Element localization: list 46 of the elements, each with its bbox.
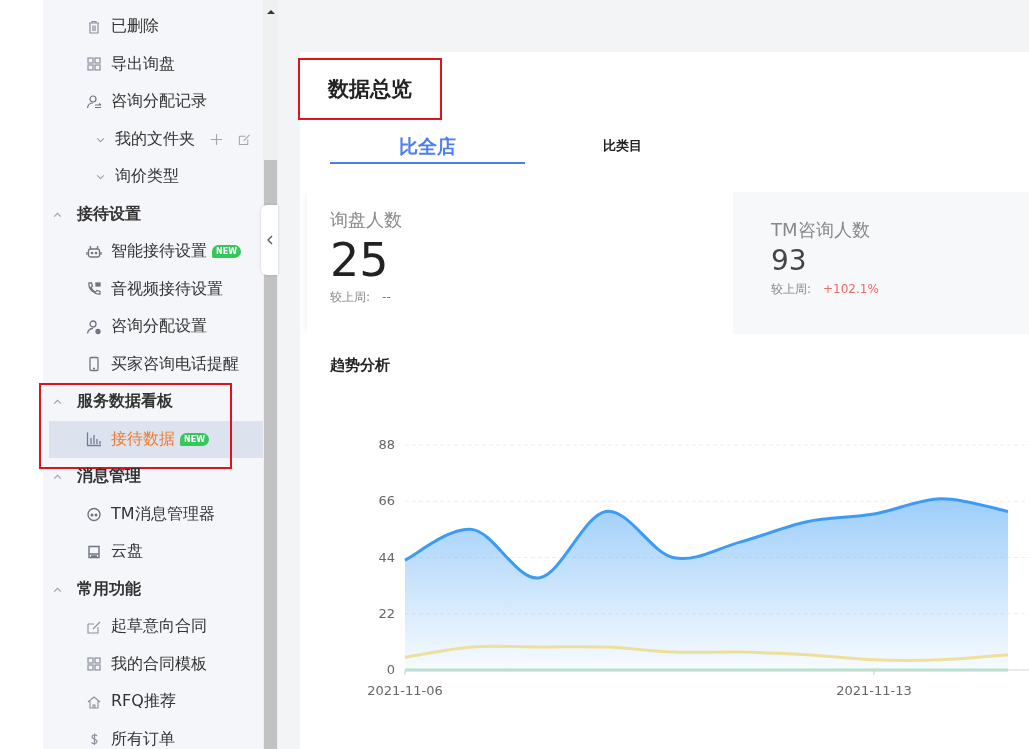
- edit-icon[interactable]: [238, 132, 251, 146]
- page-title: 数据总览: [328, 76, 412, 103]
- y-tick-label: 44: [378, 549, 395, 565]
- sidebar-item[interactable]: 我的合同模板: [43, 645, 263, 683]
- section-header[interactable]: 服务数据看板: [77, 391, 173, 413]
- sidebar-item[interactable]: 起草意向合同: [43, 608, 263, 646]
- sidebar-item[interactable]: 所有订单: [43, 720, 263, 749]
- stat-label: 询盘人数: [330, 208, 403, 232]
- y-tick-label: 22: [378, 605, 395, 621]
- sidebar-item[interactable]: 智能接待设置 NEW: [43, 233, 263, 271]
- folder-item[interactable]: 询价类型: [115, 166, 179, 188]
- x-tick-label: 2021-11-06: [367, 683, 443, 698]
- sidebar-item[interactable]: 云盘: [43, 533, 263, 571]
- sidebar-item[interactable]: 咨询分配设置: [43, 308, 263, 346]
- sidebar-item[interactable]: 导出询盘: [43, 45, 263, 83]
- section-header[interactable]: 接待设置: [77, 203, 141, 225]
- section-header[interactable]: 消息管理: [77, 466, 141, 488]
- compare-label: 较上周:: [771, 281, 812, 298]
- section-title: 趋势分析: [330, 356, 391, 375]
- stat-value: 25: [330, 232, 390, 288]
- stat-value: 93: [771, 243, 808, 279]
- stat-card[interactable]: TM咨询人数 93 较上周: +102.1%: [733, 192, 1029, 334]
- sidebar-item[interactable]: TM消息管理器: [43, 495, 263, 533]
- sidebar-item[interactable]: 音视频接待设置: [43, 270, 263, 308]
- y-tick-label: 0: [386, 662, 395, 677]
- sidebar-item[interactable]: RFQ推荐: [43, 683, 263, 721]
- compare-label: 较上周:: [330, 289, 371, 306]
- sidebar-item[interactable]: 已删除: [43, 8, 263, 46]
- change-value: +102.1%: [823, 281, 879, 298]
- y-tick-label: 66: [378, 493, 395, 509]
- change-value: --: [382, 289, 391, 306]
- sidebar-item[interactable]: 买家咨询电话提醒: [43, 345, 263, 383]
- collapse-handle[interactable]: [261, 205, 278, 275]
- y-tick-label: 88: [378, 437, 395, 452]
- new-badge: NEW: [212, 245, 241, 259]
- stat-label: TM咨询人数: [771, 218, 871, 242]
- x-tick-label: 2021-11-13: [836, 683, 912, 698]
- section-header[interactable]: 常用功能: [77, 578, 141, 600]
- tab[interactable]: 比类目: [525, 130, 720, 164]
- folder-item[interactable]: 我的文件夹: [115, 128, 195, 150]
- sidebar-item[interactable]: 咨询分配记录: [43, 83, 263, 121]
- stat-card[interactable]: 询盘人数 25 较上周: --: [307, 192, 733, 334]
- scroll-up-icon[interactable]: [267, 9, 275, 15]
- new-badge: NEW: [180, 432, 209, 446]
- add-icon[interactable]: [210, 132, 223, 146]
- tab[interactable]: 比全店: [330, 130, 525, 164]
